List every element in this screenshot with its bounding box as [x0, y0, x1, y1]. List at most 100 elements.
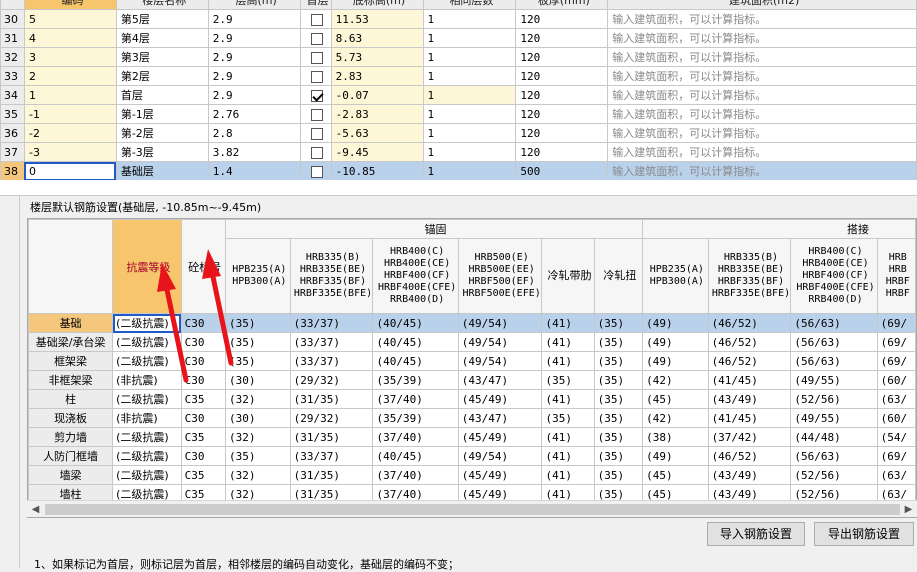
floor-row[interactable]: 31 4 第4层 2.9 8.63 1 120 输入建筑面积，可以计算指标。: [0, 28, 917, 48]
floor-height-cell[interactable]: 2.9: [207, 85, 301, 105]
same-floor-count-cell[interactable]: 1: [422, 142, 517, 162]
floor-code-cell[interactable]: 3: [23, 47, 117, 67]
rebar-length-cell[interactable]: (42): [642, 370, 709, 390]
rebar-length-cell[interactable]: (35): [541, 408, 595, 428]
concrete-grade-cell[interactable]: C35: [180, 427, 226, 447]
same-floor-count-cell[interactable]: 1: [422, 85, 517, 105]
same-floor-count-cell[interactable]: 1: [422, 104, 517, 124]
rebar-length-cell[interactable]: (69/: [876, 446, 916, 466]
first-floor-checkbox[interactable]: [310, 165, 323, 178]
rebar-length-cell[interactable]: (35): [593, 427, 644, 447]
rebar-length-cell[interactable]: (32): [224, 465, 291, 485]
rebar-length-cell[interactable]: (49/54): [457, 313, 543, 333]
floor-code-cell[interactable]: 2: [23, 66, 117, 86]
rebar-length-cell[interactable]: (37/40): [372, 389, 459, 409]
col-header-area[interactable]: 建筑面积(m2): [607, 0, 917, 10]
floor-height-cell[interactable]: 2.9: [207, 28, 301, 48]
building-area-cell[interactable]: 输入建筑面积，可以计算指标。: [607, 66, 917, 86]
rebar-length-cell[interactable]: (32): [224, 389, 291, 409]
rebar-length-cell[interactable]: (35): [224, 446, 291, 466]
rebar-length-cell[interactable]: (45): [642, 465, 709, 485]
building-area-cell[interactable]: 输入建筑面积，可以计算指标。: [607, 161, 917, 181]
building-area-cell[interactable]: 输入建筑面积，可以计算指标。: [607, 85, 917, 105]
rebar-length-cell[interactable]: (69/: [876, 351, 916, 371]
rebar-length-cell[interactable]: (41): [541, 332, 595, 352]
floor-name-cell[interactable]: 第4层: [115, 28, 209, 48]
floor-height-cell[interactable]: 1.4: [207, 161, 301, 181]
rebar-length-cell[interactable]: (32): [224, 427, 291, 447]
rebar-length-cell[interactable]: (69/: [876, 313, 916, 333]
rebar-length-cell[interactable]: (41/45): [707, 408, 792, 428]
bottom-elevation-cell[interactable]: 8.63: [330, 28, 424, 48]
rebar-length-cell[interactable]: (35): [593, 465, 644, 485]
first-floor-cell[interactable]: [299, 9, 332, 29]
rebar-length-cell[interactable]: (45): [642, 389, 709, 409]
rebar-length-cell[interactable]: (63/: [876, 389, 916, 409]
rebar-length-cell[interactable]: (60/: [876, 370, 916, 390]
floor-name-cell[interactable]: 第-3层: [115, 142, 209, 162]
rebar-length-cell[interactable]: (35): [593, 408, 644, 428]
concrete-grade-cell[interactable]: C30: [180, 408, 226, 428]
rebar-length-cell[interactable]: (45/49): [457, 427, 543, 447]
rebar-length-cell[interactable]: (49/55): [790, 408, 878, 428]
bottom-elevation-cell[interactable]: -5.63: [330, 123, 424, 143]
rebar-length-cell[interactable]: (29/32): [289, 408, 374, 428]
import-rebar-settings-button[interactable]: 导入钢筋设置: [707, 522, 805, 546]
rebar-row[interactable]: 基础 (二级抗震) C30 (35) (33/37) (40/45) (49/54) (41)…: [28, 313, 916, 333]
floor-name-cell[interactable]: 第-1层: [115, 104, 209, 124]
slab-thickness-cell[interactable]: 120: [515, 28, 609, 48]
floor-height-cell[interactable]: 2.9: [207, 47, 301, 67]
floor-code-cell[interactable]: 4: [23, 28, 117, 48]
rebar-length-cell[interactable]: (35): [224, 351, 291, 371]
rebar-length-cell[interactable]: (37/40): [372, 427, 459, 447]
concrete-grade-cell[interactable]: C30: [180, 351, 226, 371]
row-number[interactable]: 38: [0, 161, 25, 181]
rebar-length-cell[interactable]: (52/56): [790, 389, 878, 409]
floor-row[interactable]: 34 1 首层 2.9 -0.07 1 120 输入建筑面积，可以计算指标。: [0, 85, 917, 105]
scroll-right-icon[interactable]: ▶: [900, 501, 917, 518]
floor-height-cell[interactable]: 2.9: [207, 9, 301, 29]
rebar-length-cell[interactable]: (38): [642, 427, 709, 447]
rebar-length-cell[interactable]: (49/54): [457, 446, 543, 466]
horizontal-scrollbar[interactable]: ◀ ▶: [27, 500, 917, 517]
rebar-length-cell[interactable]: (35): [593, 351, 644, 371]
building-area-cell[interactable]: 输入建筑面积，可以计算指标。: [607, 47, 917, 67]
rebar-length-cell[interactable]: (41): [541, 351, 595, 371]
rebar-length-cell[interactable]: (49/54): [457, 332, 543, 352]
row-number[interactable]: 30: [0, 9, 25, 29]
rebar-length-cell[interactable]: (46/52): [707, 446, 792, 466]
rebar-length-cell[interactable]: (33/37): [289, 351, 374, 371]
bottom-elevation-cell[interactable]: -0.07: [330, 85, 424, 105]
floor-code-cell[interactable]: 5: [23, 9, 117, 29]
slab-thickness-cell[interactable]: 120: [515, 142, 609, 162]
rebar-length-cell[interactable]: (46/52): [707, 332, 792, 352]
seismic-grade-cell[interactable]: (二级抗震): [112, 427, 182, 447]
rebar-length-cell[interactable]: (56/63): [790, 351, 878, 371]
rebar-length-cell[interactable]: (35/39): [372, 408, 459, 428]
rebar-length-cell[interactable]: (41): [541, 389, 595, 409]
rebar-length-cell[interactable]: (41): [541, 446, 595, 466]
first-floor-checkbox[interactable]: [310, 108, 323, 121]
first-floor-checkbox[interactable]: [310, 89, 323, 102]
rebar-length-cell[interactable]: (49): [642, 332, 709, 352]
row-number[interactable]: 34: [0, 85, 25, 105]
slab-thickness-cell[interactable]: 120: [515, 47, 609, 67]
col-header-code[interactable]: 编码: [23, 0, 117, 10]
seismic-grade-cell[interactable]: (二级抗震): [112, 351, 182, 371]
floor-height-cell[interactable]: 2.8: [207, 123, 301, 143]
row-number[interactable]: 37: [0, 142, 25, 162]
col-header-elevation[interactable]: 底标高(m): [330, 0, 424, 10]
building-area-cell[interactable]: 输入建筑面积，可以计算指标。: [607, 123, 917, 143]
rebar-length-cell[interactable]: (41): [541, 313, 595, 333]
first-floor-checkbox[interactable]: [310, 51, 323, 64]
slab-thickness-cell[interactable]: 120: [515, 104, 609, 124]
rebar-length-cell[interactable]: (33/37): [289, 332, 374, 352]
rebar-length-cell[interactable]: (49): [642, 446, 709, 466]
rebar-length-cell[interactable]: (46/52): [707, 351, 792, 371]
rebar-length-cell[interactable]: (31/35): [289, 427, 374, 447]
rebar-length-cell[interactable]: (35): [593, 389, 644, 409]
rebar-length-cell[interactable]: (42): [642, 408, 709, 428]
rebar-length-cell[interactable]: (43/49): [707, 465, 792, 485]
rebar-length-cell[interactable]: (45/49): [457, 389, 543, 409]
slab-thickness-cell[interactable]: 120: [515, 9, 609, 29]
